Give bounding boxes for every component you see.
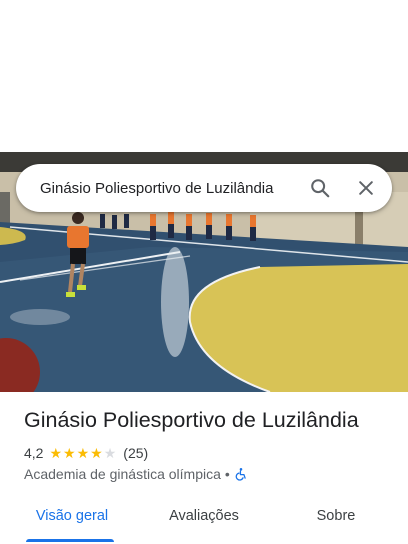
tab-overview[interactable]: Visão geral: [0, 496, 144, 542]
tab-about[interactable]: Sobre: [264, 496, 408, 536]
top-blank-area: [0, 0, 408, 152]
star-icon: ★: [90, 445, 103, 461]
search-bar[interactable]: Ginásio Poliesportivo de Luzilândia: [16, 164, 392, 212]
place-category: Academia de ginástica olímpica: [24, 466, 221, 482]
star-rating: ★ ★ ★ ★ ★: [49, 446, 117, 460]
star-icon: ★: [49, 445, 63, 461]
separator: •: [224, 466, 230, 482]
close-icon: [359, 181, 373, 195]
tab-bar: Visão geral Avaliações Sobre: [0, 496, 408, 544]
review-count[interactable]: (25): [123, 445, 148, 461]
rating-value: 4,2: [24, 445, 44, 461]
search-button[interactable]: [300, 168, 340, 208]
search-input[interactable]: Ginásio Poliesportivo de Luzilândia: [16, 180, 300, 197]
rating-row[interactable]: 4,2 ★ ★ ★ ★ ★ (25): [24, 444, 148, 462]
search-icon: [311, 179, 330, 198]
tab-reviews[interactable]: Avaliações: [144, 496, 264, 536]
star-icon: ★: [63, 445, 76, 461]
place-title: Ginásio Poliesportivo de Luzilândia: [24, 408, 359, 432]
category-row: Academia de ginástica olímpica •: [24, 465, 248, 483]
wheelchair-icon: [234, 467, 248, 481]
star-icon: ★: [76, 445, 90, 461]
close-button[interactable]: [346, 168, 386, 208]
star-icon: ★: [103, 445, 117, 461]
